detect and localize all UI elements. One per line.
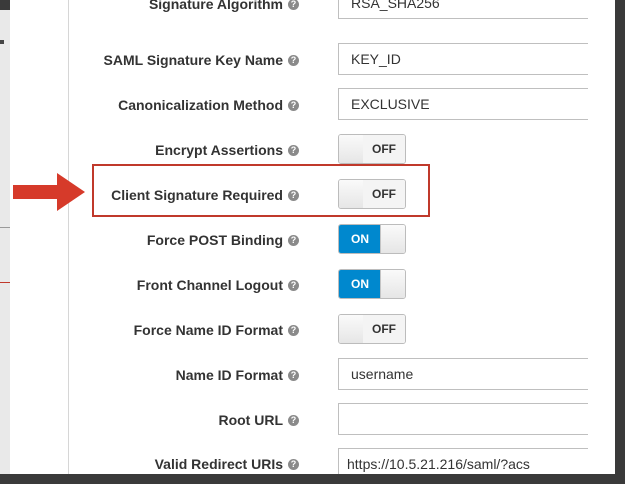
help-icon[interactable]: ? [288, 0, 299, 10]
toggle-knob [380, 270, 405, 298]
highlight-box [92, 164, 430, 217]
front-channel-logout-toggle[interactable]: ON [338, 269, 406, 299]
row-force-name-id-format: Force Name ID Format? OFF [10, 314, 615, 350]
help-icon[interactable]: ? [288, 279, 299, 291]
signature-algorithm-label: Signature Algorithm? [149, 0, 299, 12]
background-page-edge [0, 10, 10, 474]
label-text: Force Name ID Format [133, 322, 283, 338]
root-url-label: Root URL? [218, 412, 299, 428]
root-url-input[interactable] [338, 403, 588, 435]
valid-redirect-uri-input[interactable]: https://10.5.21.216/saml/?acs [338, 448, 588, 474]
force-name-id-format-label: Force Name ID Format? [134, 322, 299, 338]
toggle-knob [339, 315, 364, 343]
background-divider [0, 227, 10, 228]
help-icon[interactable]: ? [288, 369, 299, 381]
row-force-post-binding: Force POST Binding? ON [10, 224, 615, 260]
name-id-format-select[interactable]: username [338, 358, 588, 390]
help-icon[interactable]: ? [288, 414, 299, 426]
valid-redirect-uris-label: Valid Redirect URIs? [155, 456, 299, 472]
toggle-state: ON [339, 225, 381, 253]
label-text: Signature Algorithm [148, 0, 283, 12]
help-icon[interactable]: ? [288, 324, 299, 336]
label-text: Encrypt Assertions [155, 142, 283, 158]
force-post-binding-label: Force POST Binding? [147, 232, 299, 248]
label-text: Valid Redirect URIs [154, 456, 283, 472]
background-divider-red [0, 282, 10, 283]
row-name-id-format: Name ID Format? username [10, 358, 615, 394]
label-text: Canonicalization Method [118, 97, 283, 113]
row-saml-signature-key-name: SAML Signature Key Name? KEY_ID [10, 43, 615, 79]
force-name-id-format-toggle[interactable]: OFF [338, 314, 406, 344]
label-text: SAML Signature Key Name [103, 52, 283, 68]
help-icon[interactable]: ? [288, 144, 299, 156]
label-text: Front Channel Logout [136, 277, 283, 293]
label-text: Force POST Binding [146, 232, 283, 248]
saml-signature-key-name-select[interactable]: KEY_ID [338, 43, 588, 75]
canonicalization-method-select[interactable]: EXCLUSIVE [338, 88, 588, 120]
front-channel-logout-label: Front Channel Logout? [137, 277, 299, 293]
row-signature-algorithm: Signature Algorithm? RSA_SHA256 [10, 0, 615, 23]
help-icon[interactable]: ? [288, 99, 299, 111]
toggle-knob [339, 135, 364, 163]
help-icon[interactable]: ? [288, 458, 299, 470]
force-post-binding-toggle[interactable]: ON [338, 224, 406, 254]
row-front-channel-logout: Front Channel Logout? ON [10, 269, 615, 305]
canonicalization-method-label: Canonicalization Method? [118, 97, 299, 113]
label-text: Name ID Format [175, 367, 283, 383]
toggle-state: OFF [363, 135, 405, 163]
toggle-state: OFF [363, 315, 405, 343]
toggle-knob [380, 225, 405, 253]
background-mark [0, 40, 4, 44]
encrypt-assertions-toggle[interactable]: OFF [338, 134, 406, 164]
help-icon[interactable]: ? [288, 234, 299, 246]
saml-signature-key-name-label: SAML Signature Key Name? [104, 52, 299, 68]
encrypt-assertions-label: Encrypt Assertions? [155, 142, 299, 158]
signature-algorithm-select[interactable]: RSA_SHA256 [338, 0, 588, 19]
red-arrow-icon [13, 173, 85, 211]
name-id-format-label: Name ID Format? [176, 367, 299, 383]
label-text: Root URL [218, 412, 283, 428]
row-root-url: Root URL? [10, 403, 615, 439]
client-settings-panel: Signature Algorithm? RSA_SHA256 SAML Sig… [10, 0, 615, 474]
row-canonicalization-method: Canonicalization Method? EXCLUSIVE [10, 88, 615, 124]
row-valid-redirect-uris: Valid Redirect URIs? https://10.5.21.216… [10, 448, 615, 474]
toggle-state: ON [339, 270, 381, 298]
screenshot-frame: Signature Algorithm? RSA_SHA256 SAML Sig… [0, 0, 625, 484]
help-icon[interactable]: ? [288, 54, 299, 66]
